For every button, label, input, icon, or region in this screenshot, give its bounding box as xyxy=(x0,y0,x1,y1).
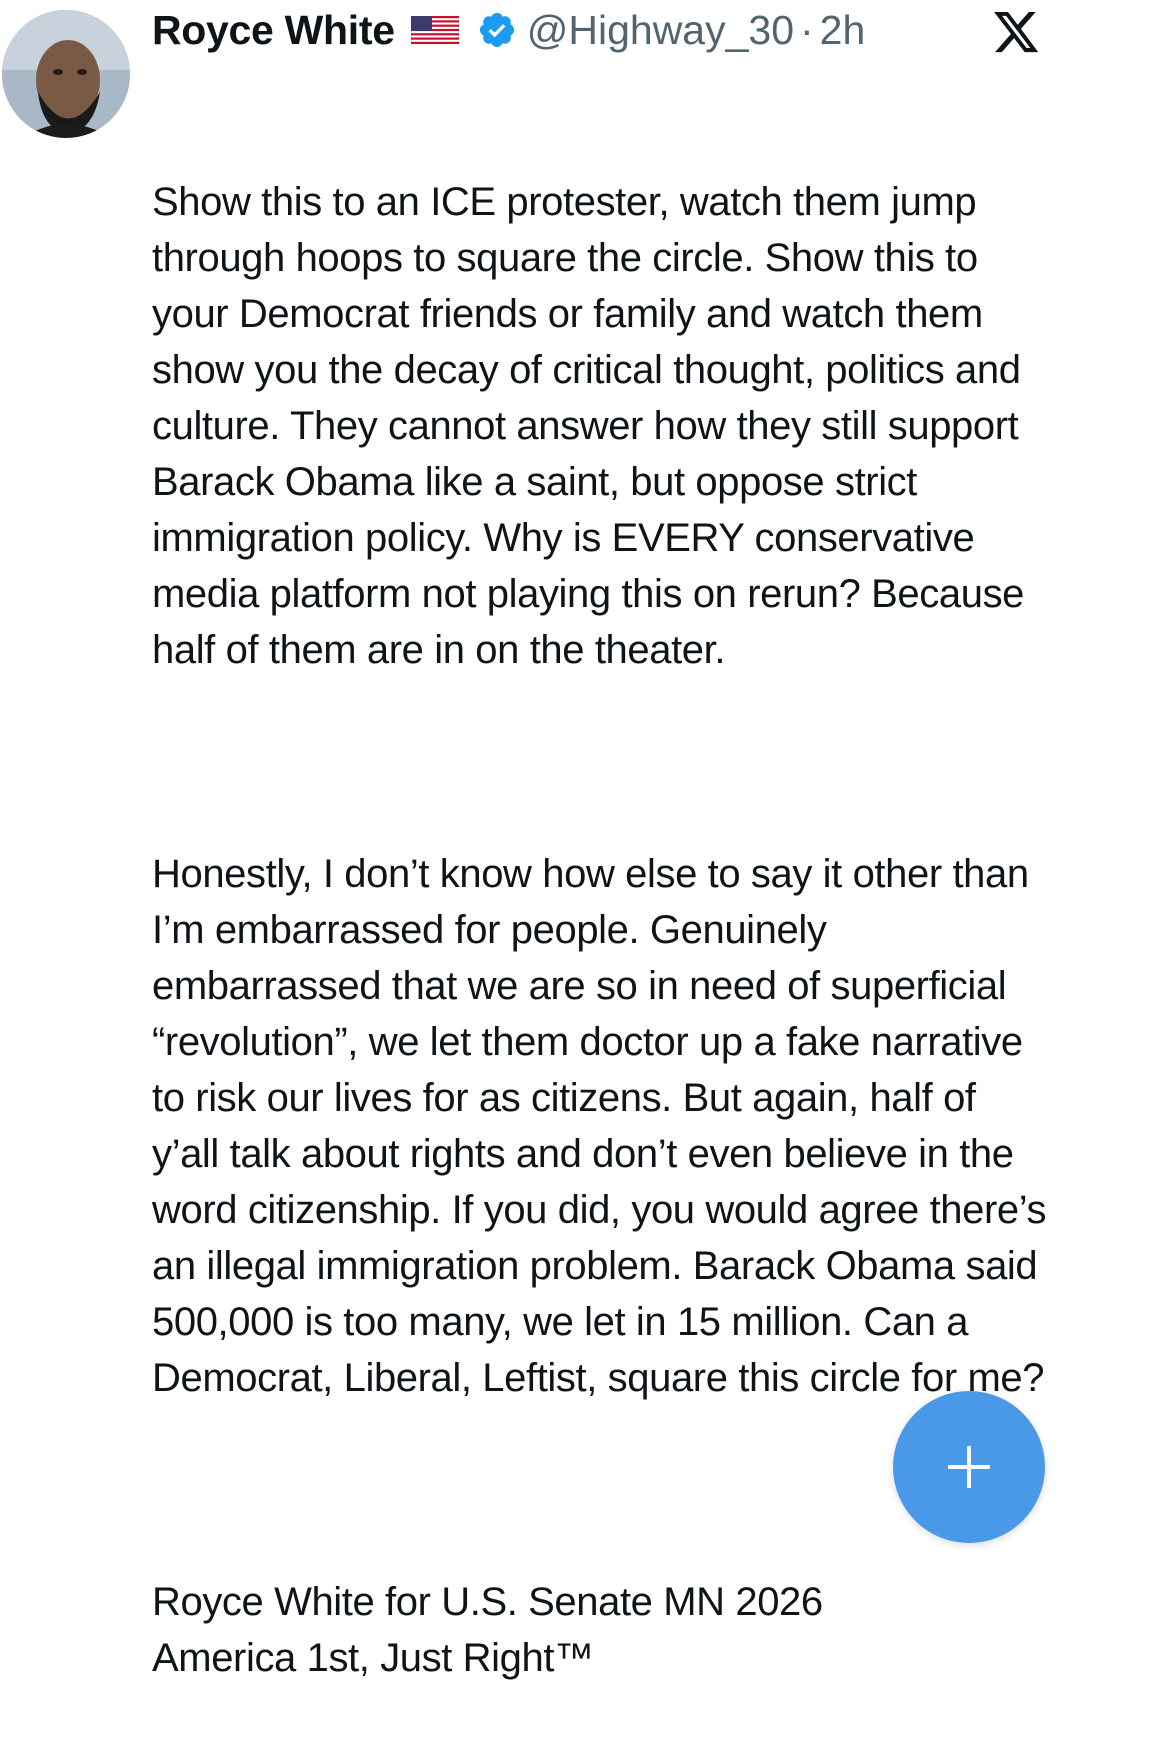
author-name[interactable]: Royce White xyxy=(152,7,395,54)
tweet-header: Royce White @Highway_30 · 2h xyxy=(152,4,865,56)
us-flag-icon xyxy=(410,15,460,45)
author-handle[interactable]: @Highway_30 xyxy=(527,7,794,54)
x-logo-icon[interactable] xyxy=(994,12,1040,54)
avatar[interactable] xyxy=(2,10,130,138)
tweet-paragraph: Show this to an ICE protester, watch the… xyxy=(152,180,1035,672)
tweet-paragraph: Royce White for U.S. Senate MN 2026 Amer… xyxy=(152,1580,823,1680)
tweet-paragraph: Honestly, I don’t know how else to say i… xyxy=(152,852,1057,1400)
avatar-image xyxy=(2,10,130,138)
plus-icon xyxy=(948,1446,990,1488)
verified-badge-icon[interactable] xyxy=(477,10,517,50)
compose-button[interactable] xyxy=(893,1391,1045,1543)
separator-dot: · xyxy=(800,6,814,53)
timestamp[interactable]: 2h xyxy=(820,7,866,54)
